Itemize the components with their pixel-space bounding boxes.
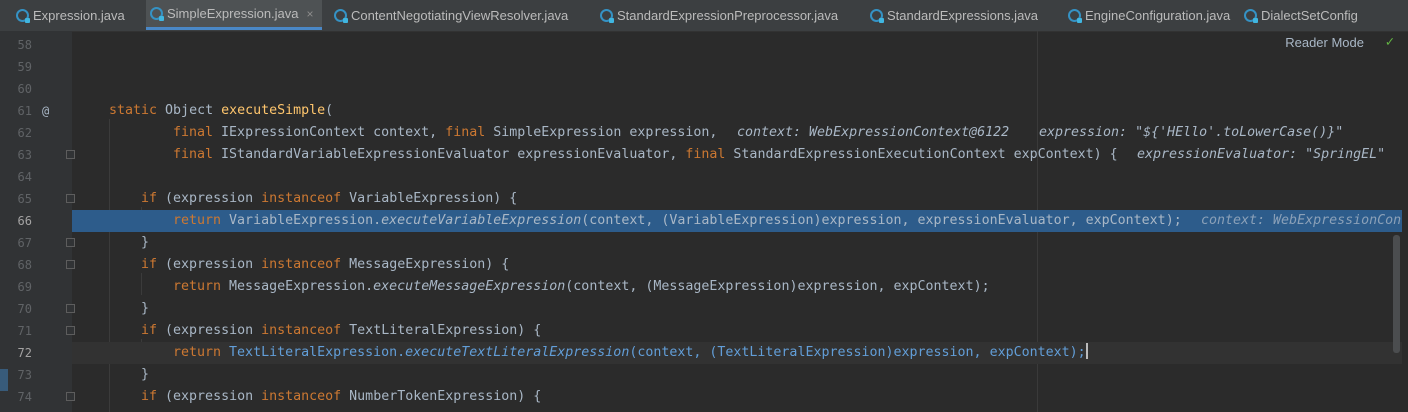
line-number: 71	[17, 324, 32, 338]
tab-expression-java[interactable]: Expression.java	[12, 0, 125, 30]
debug-inline-hint: expressionEvaluator: "SpringEL"	[1137, 147, 1386, 162]
line-number: 68	[17, 258, 32, 272]
code-line: 64	[0, 166, 1408, 188]
code-text: if (expression instanceof MessageExpress…	[141, 257, 510, 272]
java-class-icon	[1244, 8, 1258, 23]
java-class-icon	[870, 8, 884, 23]
code-text: return MessageExpression.executeMessageE…	[173, 279, 990, 294]
tab-dialectsetconfig[interactable]: DialectSetConfig	[1240, 0, 1358, 30]
java-class-icon	[150, 7, 164, 21]
tab-label: EngineConfiguration.java	[1085, 7, 1231, 23]
code-line: 71 if (expression instanceof TextLiteral…	[0, 320, 1408, 342]
code-text: return VariableExpression.executeVariabl…	[173, 213, 1182, 228]
line-number: 65	[17, 192, 32, 206]
tab-standardexpressionpreprocessor-java[interactable]: StandardExpressionPreprocessor.java	[596, 0, 838, 30]
line-number: 59	[17, 60, 32, 74]
line-number: 62	[17, 126, 32, 140]
code-text: if (expression instanceof NumberTokenExp…	[141, 389, 542, 404]
fold-marker-icon[interactable]	[66, 326, 75, 335]
tab-label: DialectSetConfig	[1261, 7, 1358, 23]
code-line: 74 if (expression instanceof NumberToken…	[0, 386, 1408, 408]
line-number: 74	[17, 390, 32, 404]
tab-simpleexpression-java[interactable]: SimpleExpression.java ×	[146, 0, 322, 30]
code-line: 67 }	[0, 232, 1408, 254]
line-number: 64	[17, 170, 32, 184]
text-caret	[1085, 343, 1088, 359]
java-class-icon	[334, 8, 348, 23]
code-line: 68 if (expression instanceof MessageExpr…	[0, 254, 1408, 276]
code-line: 61 @ static Object executeSimple(	[0, 100, 1408, 122]
override-marker-icon[interactable]: @	[42, 100, 49, 122]
code-text: if (expression instanceof VariableExpres…	[141, 191, 518, 206]
line-number: 69	[17, 280, 32, 294]
code-text: }	[141, 301, 150, 316]
code-line: 63 final IStandardVariableExpressionEval…	[0, 144, 1408, 166]
line-number: 73	[17, 368, 32, 382]
tab-label: StandardExpressions.java	[887, 7, 1039, 23]
tab-label: SimpleExpression.java	[167, 6, 299, 21]
code-text: }	[141, 367, 150, 382]
editor-tab-bar: Expression.java SimpleExpression.java × …	[0, 0, 1408, 32]
code-line: 70 }	[0, 298, 1408, 320]
code-line: 69 return MessageExpression.executeMessa…	[0, 276, 1408, 298]
code-line: 60	[0, 78, 1408, 100]
fold-marker-icon[interactable]	[66, 238, 75, 247]
fold-marker-icon[interactable]	[66, 260, 75, 269]
code-line: 73 }	[0, 364, 1408, 386]
line-number: 72	[17, 346, 32, 360]
line-number: 61	[17, 104, 32, 118]
tab-label: Expression.java	[33, 7, 125, 23]
code-editor[interactable]: Reader Mode ✓ 58 59 60 61 @ static Objec…	[0, 31, 1408, 412]
code-text: final IExpressionContext context, final …	[173, 125, 718, 140]
line-number: 58	[17, 38, 32, 52]
fold-marker-icon[interactable]	[66, 304, 75, 313]
tab-label: StandardExpressionPreprocessor.java	[617, 7, 839, 23]
debug-inline-hint: context: WebExpressionContext@6122	[737, 125, 1010, 140]
debug-inline-hint: context: WebExpressionCon	[1201, 213, 1402, 228]
code-text: }	[141, 235, 150, 250]
line-number: 70	[17, 302, 32, 316]
fold-marker-icon[interactable]	[66, 150, 75, 159]
code-text: if (expression instanceof TextLiteralExp…	[141, 323, 542, 338]
caret-line: 72 return TextLiteralExpression.executeT…	[18, 342, 1402, 364]
vertical-scrollbar[interactable]	[1393, 235, 1400, 353]
tab-engineconfiguration-java[interactable]: EngineConfiguration.java	[1064, 0, 1230, 30]
debug-inline-hint: expression: "${'HEllo'.toLowerCase()}"	[1039, 125, 1344, 140]
fold-marker-icon[interactable]	[66, 194, 75, 203]
code-line: 65 if (expression instanceof VariableExp…	[0, 188, 1408, 210]
line-number: 60	[17, 82, 32, 96]
fold-marker-icon[interactable]	[66, 392, 75, 401]
line-number: 67	[17, 236, 32, 250]
code-text: return TextLiteralExpression.executeText…	[173, 343, 1088, 360]
execution-point-line: 66 return VariableExpression.executeVari…	[18, 210, 1402, 232]
java-class-icon	[1068, 8, 1082, 23]
tab-label: ContentNegotiatingViewResolver.java	[351, 7, 569, 23]
close-tab-icon[interactable]: ×	[307, 7, 314, 21]
java-class-icon	[16, 8, 30, 23]
code-line: 62 final IExpressionContext context, fin…	[0, 122, 1408, 144]
code-text: static Object executeSimple(	[109, 103, 334, 118]
java-class-icon	[600, 8, 614, 23]
tab-contentnegotiatingviewresolver-java[interactable]: ContentNegotiatingViewResolver.java	[330, 0, 568, 30]
line-number: 66	[17, 214, 32, 228]
tab-standardexpressions-java[interactable]: StandardExpressions.java	[866, 0, 1038, 30]
line-number: 63	[17, 148, 32, 162]
code-line: 58	[0, 34, 1408, 56]
code-text: final IStandardVariableExpressionEvaluat…	[173, 147, 1118, 162]
code-line: 59	[0, 56, 1408, 78]
